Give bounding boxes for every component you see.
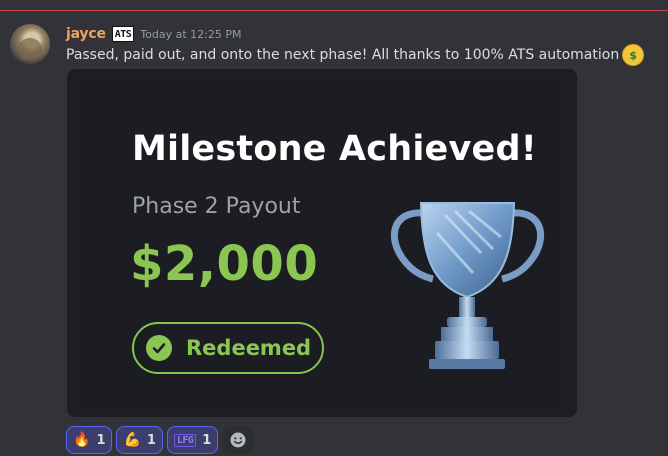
milestone-title: Milestone Achieved! — [132, 129, 537, 169]
reaction-fire[interactable]: 🔥 1 — [66, 426, 113, 454]
money-mouth-face-icon: $ — [622, 44, 645, 66]
check-circle-icon — [146, 335, 172, 361]
status-label: Redeemed — [186, 336, 312, 360]
smiley-icon — [230, 432, 246, 448]
message-header: jayce ATS Today at 12:25 PM — [66, 24, 242, 44]
lfg-icon: LFG — [173, 433, 197, 447]
reaction-flexed-biceps[interactable]: 💪 1 — [116, 426, 163, 454]
ats-badge: ATS — [111, 26, 135, 42]
reaction-lfg[interactable]: LFG 1 — [166, 426, 219, 454]
new-messages-divider — [0, 10, 668, 11]
milestone-card: Milestone Achieved! Phase 2 Payout $2,00… — [82, 81, 562, 405]
reaction-count: 1 — [202, 432, 212, 448]
message-text: Passed, paid out, and onto the next phas… — [66, 47, 620, 63]
message-content: Passed, paid out, and onto the next phas… — [66, 44, 645, 66]
timestamp[interactable]: Today at 12:25 PM — [140, 28, 241, 41]
trophy-icon — [390, 202, 545, 369]
reaction-count: 1 — [96, 432, 106, 448]
username[interactable]: jayce — [66, 26, 106, 42]
redeemed-badge: Redeemed — [132, 322, 324, 374]
fire-icon: 🔥 — [73, 432, 91, 448]
add-reaction-button[interactable] — [222, 426, 255, 454]
flexed-biceps-icon: 💪 — [123, 432, 141, 448]
avatar[interactable] — [10, 24, 50, 64]
payout-amount: $2,000 — [130, 236, 319, 292]
image-attachment[interactable]: Milestone Achieved! Phase 2 Payout $2,00… — [67, 69, 577, 417]
reaction-count: 1 — [146, 432, 156, 448]
reactions-bar: 🔥 1 💪 1 LFG 1 — [66, 426, 255, 454]
phase-label: Phase 2 Payout — [132, 194, 301, 219]
